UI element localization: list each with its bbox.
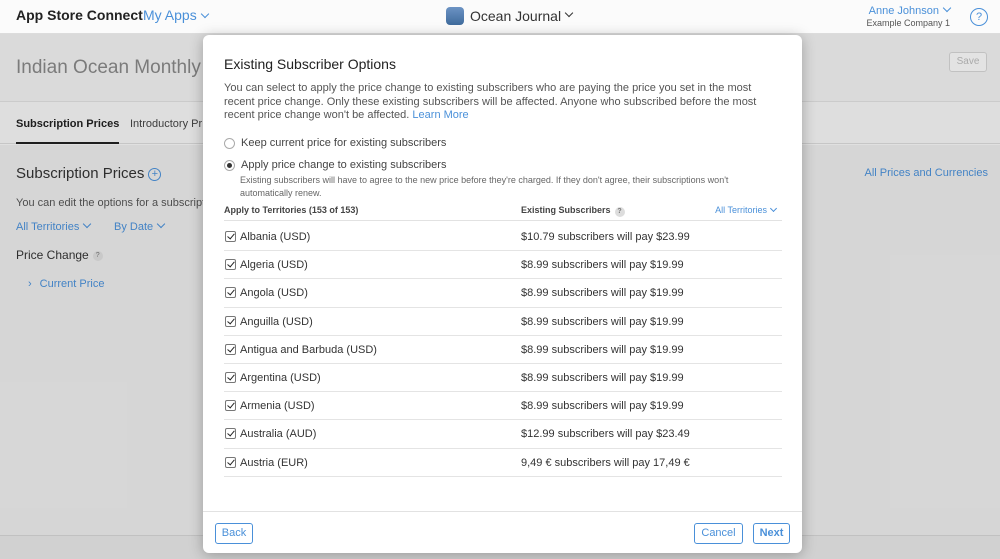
chevron-down-icon: [200, 9, 209, 19]
brand-title: App Store Connect: [16, 7, 143, 23]
territory-checkbox[interactable]: [225, 371, 236, 383]
help-icon[interactable]: ?: [970, 8, 988, 26]
apply-option-description: Existing subscribers will have to agree …: [240, 175, 729, 198]
territories-filter-dropdown[interactable]: All Territories: [715, 204, 778, 215]
user-name: Anne Johnson: [868, 5, 939, 17]
chevron-down-icon: [942, 3, 952, 13]
territory-checkbox[interactable]: [225, 259, 236, 271]
radio-label: Apply price change to existing subscribe…: [241, 159, 447, 171]
company-name: Example Company 1: [866, 18, 950, 28]
radio-button[interactable]: [224, 138, 235, 149]
table-row: Australia (AUD) $12.99 subscribers will p…: [224, 420, 782, 449]
territory-checkbox[interactable]: [225, 428, 236, 440]
subscriber-price: $8.99 subscribers will pay $19.99: [521, 259, 684, 272]
territory-name: Angola (USD): [240, 287, 308, 300]
subscriber-price: $12.99 subscribers will pay $23.49: [521, 428, 690, 441]
territory-name: Australia (AUD): [240, 428, 317, 441]
radio-keep-current-price[interactable]: Keep current price for existing subscrib…: [224, 137, 446, 149]
help-icon[interactable]: ?: [614, 207, 625, 217]
cancel-button[interactable]: Cancel: [694, 523, 743, 544]
subscriber-price: $8.99 subscribers will pay $19.99: [521, 315, 684, 328]
radio-button[interactable]: [224, 160, 235, 171]
subscriber-price: $8.99 subscribers will pay $19.99: [521, 371, 684, 384]
app-name: Ocean Journal: [470, 8, 562, 24]
table-row: Algeria (USD) $8.99 subscribers will pay …: [224, 251, 782, 280]
table-row: Angola (USD) $8.99 subscribers will pay $…: [224, 279, 782, 308]
table-row: Argentina (USD) $8.99 subscribers will pa…: [224, 364, 782, 393]
radio-label: Keep current price for existing subscrib…: [241, 137, 447, 149]
table-row: Albania (USD) $10.79 subscribers will pay…: [224, 223, 782, 252]
territory-checkbox[interactable]: [225, 231, 236, 242]
territory-name: Argentina (USD): [240, 371, 321, 384]
table-row: Antigua and Barbuda (USD) $8.99 subscribe…: [224, 336, 782, 364]
subscriber-price: $8.99 subscribers will pay $19.99: [521, 343, 684, 356]
territories-filter-label: All Territories: [715, 205, 767, 215]
subscriber-price: $8.99 subscribers will pay $19.99: [521, 400, 684, 413]
next-button[interactable]: Next: [753, 523, 790, 544]
subscriber-price: $8.99 subscribers will pay $19.99: [521, 287, 684, 300]
territory-checkbox[interactable]: [225, 343, 236, 355]
column-header-territories: Apply to Territories (153 of 153): [224, 205, 359, 215]
radio-apply-price-change[interactable]: Apply price change to existing subscribe…: [224, 159, 446, 171]
chevron-down-icon: [564, 8, 574, 18]
territory-name: Austria (EUR): [240, 456, 308, 469]
column-header-subscribers: Existing Subscribers: [521, 205, 611, 215]
territory-name: Antigua and Barbuda (USD): [240, 343, 377, 356]
user-menu[interactable]: Anne Johnson Example Company 1: [866, 3, 952, 28]
territory-checkbox[interactable]: [225, 456, 236, 468]
dialog-title: Existing Subscriber Options: [224, 56, 396, 72]
dialog-description: You can select to apply the price change…: [224, 82, 784, 123]
my-apps-menu[interactable]: My Apps: [143, 7, 209, 23]
territory-name: Algeria (USD): [240, 259, 308, 272]
table-row: Austria (EUR) 9,49 € subscribers will pay…: [224, 449, 782, 477]
subscriber-price: $10.79 subscribers will pay $23.99: [521, 231, 690, 243]
dialog-footer: Back Cancel Next: [203, 511, 802, 553]
territory-checkbox[interactable]: [225, 315, 236, 327]
territory-checkbox[interactable]: [225, 400, 236, 412]
my-apps-label: My Apps: [143, 7, 197, 23]
territory-name: Albania (USD): [240, 231, 311, 243]
table-row: Armenia (USD) $8.99 subscribers will pay …: [224, 392, 782, 421]
learn-more-link[interactable]: Learn More: [412, 109, 468, 121]
app-selector[interactable]: Ocean Journal: [446, 7, 574, 25]
subscriber-price: 9,49 € subscribers will pay 17,49 €: [521, 456, 690, 469]
top-navigation-bar: App Store Connect My Apps Ocean Journal …: [0, 0, 1000, 34]
territory-name: Anguilla (USD): [240, 315, 313, 328]
back-button[interactable]: Back: [215, 523, 253, 544]
territory-name: Armenia (USD): [240, 400, 315, 413]
app-icon: [446, 7, 464, 25]
dialog-description-text: You can select to apply the price change…: [224, 82, 757, 121]
territory-checkbox[interactable]: [225, 287, 236, 299]
existing-subscriber-options-dialog: Existing Subscriber Options You can sele…: [203, 35, 802, 553]
territories-table: Albania (USD) $10.79 subscribers will pay…: [224, 223, 782, 477]
table-row: Anguilla (USD) $8.99 subscribers will pay…: [224, 308, 782, 336]
territories-table-header: Apply to Territories (153 of 153) Existi…: [224, 204, 782, 221]
chevron-down-icon: [769, 204, 778, 213]
